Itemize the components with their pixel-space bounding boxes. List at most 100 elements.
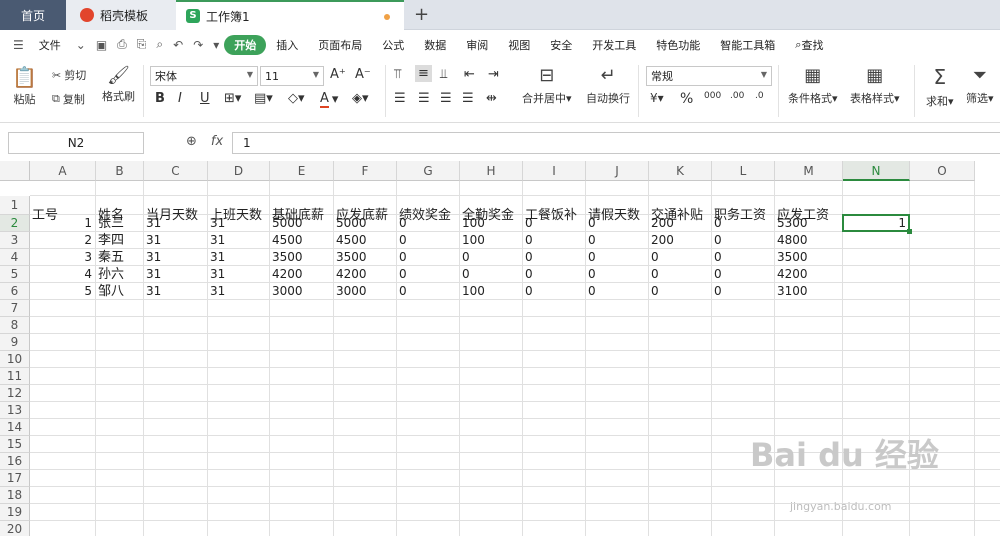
data-cell[interactable]: 1	[30, 216, 92, 231]
align-bottom-button[interactable]: ⫫	[440, 67, 447, 82]
copy-button[interactable]: ⧉ 复制	[52, 91, 85, 107]
data-cell[interactable]: 31	[210, 267, 225, 282]
data-cell[interactable]: 0	[714, 216, 722, 231]
data-cell[interactable]: 0	[588, 284, 596, 299]
data-cell[interactable]: 张三	[98, 216, 124, 231]
data-cell[interactable]: 0	[462, 250, 470, 265]
row-header-20[interactable]: 20	[0, 521, 30, 536]
data-cell[interactable]: 0	[714, 284, 722, 299]
data-cell[interactable]: 5000	[336, 216, 367, 231]
row-header-17[interactable]: 17	[0, 470, 30, 487]
font-size-select[interactable]: 11 ▼	[260, 66, 324, 86]
italic-button[interactable]: I	[178, 91, 182, 106]
row-header-8[interactable]: 8	[0, 317, 30, 334]
thousands-button[interactable]: 000	[704, 91, 721, 101]
print-preview-icon[interactable]: ⎙	[112, 37, 132, 52]
increase-decimal-button[interactable]: .00	[730, 91, 744, 101]
column-header-n[interactable]: N	[843, 161, 910, 181]
row-header-7[interactable]: 7	[0, 300, 30, 317]
data-cell[interactable]: 31	[210, 250, 225, 265]
data-cell[interactable]: 100	[462, 284, 485, 299]
decrease-indent-button[interactable]: ⇤	[464, 67, 475, 82]
formula-input[interactable]: 1	[232, 132, 1000, 154]
distribute-button[interactable]: ⇹	[486, 91, 497, 106]
data-cell[interactable]: 3000	[336, 284, 367, 299]
data-cell[interactable]: 0	[525, 233, 533, 248]
data-cell[interactable]: 31	[146, 267, 161, 282]
row-header-19[interactable]: 19	[0, 504, 30, 521]
header-cell[interactable]: 绩效奖金	[399, 204, 451, 223]
select-all-corner[interactable]	[0, 161, 30, 181]
data-cell[interactable]: 0	[525, 284, 533, 299]
column-header-a[interactable]: A	[30, 161, 96, 181]
menu-page-layout[interactable]: 页面布局	[308, 35, 372, 55]
data-cell[interactable]: 200	[651, 216, 674, 231]
data-cell[interactable]: 100	[462, 216, 485, 231]
menu-search[interactable]: ⌕ 查找	[785, 35, 833, 55]
data-cell[interactable]: 100	[462, 233, 485, 248]
data-cell[interactable]: 0	[588, 233, 596, 248]
data-cell[interactable]: 200	[651, 233, 674, 248]
data-cell[interactable]: 0	[651, 267, 659, 282]
data-cell[interactable]: 5000	[272, 216, 303, 231]
data-cell[interactable]: 0	[399, 250, 407, 265]
data-cell[interactable]: 0	[651, 250, 659, 265]
menu-file[interactable]: 文件	[29, 35, 71, 55]
data-cell[interactable]: 31	[146, 284, 161, 299]
row-header-16[interactable]: 16	[0, 453, 30, 470]
percent-button[interactable]: %	[680, 91, 693, 107]
data-cell[interactable]: 4500	[336, 233, 367, 248]
fx-icon[interactable]: fx	[211, 134, 223, 149]
save-icon[interactable]: ▣	[91, 38, 112, 52]
data-cell[interactable]: 3000	[272, 284, 303, 299]
tab-home[interactable]: 首页	[0, 0, 66, 30]
filter-button[interactable]: ⏷ 筛选▾	[966, 65, 994, 106]
data-cell[interactable]: 3	[30, 250, 92, 265]
row-header-14[interactable]: 14	[0, 419, 30, 436]
header-cell[interactable]: 工餐饭补	[525, 204, 577, 223]
data-cell[interactable]: 0	[588, 216, 596, 231]
menu-data[interactable]: 数据	[414, 35, 456, 55]
dropdown-icon[interactable]: ▾	[208, 38, 224, 52]
row-header-18[interactable]: 18	[0, 487, 30, 504]
data-cell[interactable]: 0	[399, 267, 407, 282]
clear-button[interactable]: ◈▾	[352, 91, 369, 106]
column-header-f[interactable]: F	[334, 161, 397, 181]
column-header-m[interactable]: M	[775, 161, 843, 181]
align-top-button[interactable]: ⫪	[394, 67, 401, 82]
row-header-12[interactable]: 12	[0, 385, 30, 402]
header-cell[interactable]: 职务工资	[714, 204, 766, 223]
tab-workbook[interactable]: S 工作簿1	[176, 0, 404, 30]
data-cell[interactable]: 邹八	[98, 284, 124, 299]
data-cell[interactable]: 2	[30, 233, 92, 248]
font-name-select[interactable]: 宋体 ▼	[150, 66, 258, 86]
fill-handle[interactable]	[907, 229, 912, 234]
data-cell[interactable]: 0	[714, 233, 722, 248]
chevron-down-icon[interactable]: ⌄	[71, 38, 91, 52]
align-center-button[interactable]: ☰	[418, 91, 430, 106]
data-cell[interactable]: 0	[651, 284, 659, 299]
data-cell[interactable]: 4200	[777, 267, 808, 282]
data-cell[interactable]: 4500	[272, 233, 303, 248]
menu-features[interactable]: 特色功能	[646, 35, 710, 55]
new-tab-plus-icon[interactable]: +	[414, 4, 429, 25]
hamburger-icon[interactable]: ☰	[8, 38, 29, 52]
active-cell-border[interactable]	[842, 214, 910, 232]
column-header-c[interactable]: C	[144, 161, 208, 181]
row-header-6[interactable]: 6	[0, 283, 30, 300]
data-cell[interactable]: 4	[30, 267, 92, 282]
data-cell[interactable]: 0	[588, 250, 596, 265]
row-header-1[interactable]: 1	[0, 196, 30, 215]
align-middle-button[interactable]: ≡	[415, 65, 432, 82]
header-cell[interactable]: 请假天数	[588, 204, 640, 223]
number-format-select[interactable]: 常规 ▼	[646, 66, 772, 86]
align-right-button[interactable]: ☰	[440, 91, 452, 106]
data-cell[interactable]: 4200	[336, 267, 367, 282]
data-cell[interactable]: 0	[399, 233, 407, 248]
font-color-button[interactable]: A ▾	[320, 91, 338, 108]
data-cell[interactable]: 3500	[777, 250, 808, 265]
column-header-i[interactable]: I	[523, 161, 586, 181]
data-cell[interactable]: 5300	[777, 216, 808, 231]
menu-formulas[interactable]: 公式	[372, 35, 414, 55]
data-cell[interactable]: 0	[399, 216, 407, 231]
